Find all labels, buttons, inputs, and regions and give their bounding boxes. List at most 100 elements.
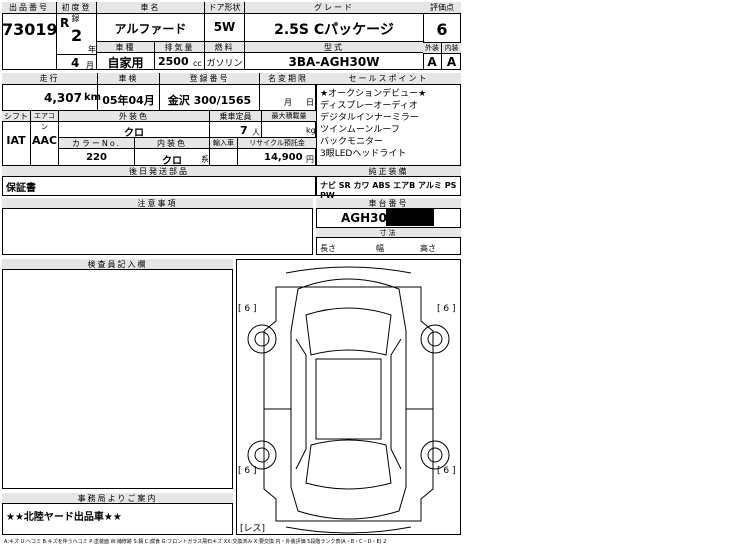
ac-label: エアコン [31, 111, 58, 131]
fuel-cell: 燃料 ガソリン [205, 42, 245, 70]
category-label: 車種 [97, 42, 154, 53]
car-name-cell: 車名 アルファード [97, 2, 205, 42]
ext-color-value: クロ [124, 128, 144, 139]
lot-no-label: 出品番号 [2, 2, 56, 14]
import-cell: 輸入車 [210, 138, 238, 166]
length-label: 長さ [320, 244, 336, 253]
series-unit: 系 [201, 155, 209, 164]
capacity-label: 乗車定員 [210, 111, 261, 122]
score-label: 評価点 [423, 2, 461, 14]
frame-no-value: AGH30- [341, 211, 392, 225]
office-notice-value: ★★北陸ヤード出品車★★ [6, 512, 122, 523]
expiry-day-unit: 日 [306, 98, 314, 107]
inspection-cell: 車検 05年04月 [98, 73, 160, 111]
int-color-label: 内装色 [135, 138, 209, 149]
sales-point-item: ★オークションデビュー★ [320, 89, 427, 99]
expiry-cell: 名変期限 月 日 [260, 73, 316, 111]
displacement-value: 2500 [158, 55, 189, 68]
first-reg-cell: 初度登録 R 2 年 4 月 [57, 2, 97, 70]
after-docs-label: 後日発送部品 [2, 166, 316, 177]
kg-unit: kg [306, 126, 316, 135]
category-cell: 車種 自家用 [97, 42, 155, 70]
tire-mark-front-left: [ 6 ] [238, 304, 257, 314]
recycle-cell: リサイクル預託金 14,900 円 [238, 138, 316, 166]
lot-no-value: 73019 [2, 20, 58, 39]
fuel-label: 燃料 [205, 42, 244, 53]
year-value: 2 [71, 26, 83, 45]
tire-mark-rear-left: [ 6 ] [238, 466, 257, 476]
capacity-value: 7 [240, 124, 248, 137]
score-value: 6 [436, 20, 448, 39]
door-label: ドア形状 [205, 2, 244, 14]
mileage-cell: 走行 4,307 km [2, 73, 101, 111]
exterior-label: 外装 [423, 43, 441, 54]
height-label: 高さ [420, 244, 436, 253]
category-value: 自家用 [107, 56, 144, 70]
ext-color-label: 外装色 [59, 111, 209, 122]
import-label: 輸入車 [210, 138, 237, 149]
sales-point-item: バックモニター [320, 137, 384, 147]
shift-value: IAT [6, 134, 26, 147]
notes-label: 注意事項 [2, 198, 313, 209]
ext-color-cell: 外装色 クロ [59, 111, 210, 139]
model-cell: 型式 3BA-AGH30W [245, 42, 423, 70]
tire-mark-rear-right: [ 6 ] [437, 466, 456, 476]
int-color-cell: 内装色 クロ 系 [135, 138, 210, 167]
equipment-value: ナビ SR カワ ABS エアB アルミ PS PW [320, 181, 457, 200]
inspector-notes-box [2, 259, 233, 489]
lot-no-cell: 出品番号 73019 [2, 2, 58, 70]
cc-unit: cc [193, 59, 202, 68]
inspection-label: 車検 [98, 73, 159, 85]
width-label: 幅 [376, 244, 384, 253]
capacity-cell: 乗車定員 7 人 [210, 111, 262, 138]
frame-no-label: 車台番号 [316, 198, 461, 209]
color-no-value: 220 [86, 152, 107, 163]
color-no-cell: カラーNo. 220 [59, 138, 135, 166]
mileage-value: 4,307 [44, 91, 82, 105]
sales-point-item: ディスプレーオーディオ [320, 101, 418, 111]
equipment-label: 純正装備 [316, 166, 461, 177]
inspector-notes-label: 検査員記入欄 [2, 259, 233, 270]
mileage-label: 走行 [2, 73, 97, 85]
grade-value: 2.5S Cパッケージ [274, 22, 394, 38]
exterior-grade-value: A [427, 55, 437, 69]
expiry-month-unit: 月 [284, 98, 292, 107]
model-label: 型式 [245, 42, 423, 53]
persons-unit: 人 [252, 128, 260, 137]
displacement-label: 排気量 [155, 42, 204, 53]
door-value: 5W [213, 20, 236, 34]
exterior-grade-cell: 外装 A [423, 42, 442, 70]
legend-text: A:キズ U:ヘコミ B:キズを伴うヘコミ P:塗装面 W:補修跡 S:錆 C:… [4, 539, 387, 545]
ac-cell: エアコン AAC [31, 111, 59, 166]
registration-label: 登録番号 [160, 73, 259, 85]
registration-cell: 登録番号 金沢 300/1565 [160, 73, 260, 111]
grade-label: グレード [245, 2, 423, 14]
sales-points-list: ★オークションデビュー★ ディスプレーオーディオ デジタルインナーミラー ツイン… [320, 88, 460, 160]
shift-cell: シフト IAT [2, 111, 31, 166]
car-name-label: 車名 [97, 2, 204, 14]
office-notice-label: 事務局よりご案内 [2, 493, 233, 504]
shift-label: シフト [2, 111, 30, 122]
door-cell: ドア形状 5W [205, 2, 245, 42]
yen-unit: 円 [306, 155, 314, 164]
tire-mark-front-right: [ 6 ] [437, 304, 456, 314]
recycle-value: 14,900 [264, 152, 303, 163]
interior-grade-value: A [446, 55, 457, 69]
sales-point-item: デジタルインナーミラー [320, 113, 419, 123]
color-no-label: カラーNo. [59, 138, 134, 149]
grade-cell: グレード 2.5S Cパッケージ [245, 2, 423, 42]
month-unit: 月 [86, 61, 94, 70]
max-load-label: 最大積載量 [262, 111, 316, 122]
max-load-cell: 最大積載量 kg [262, 111, 316, 138]
displacement-cell: 排気量 2500 cc [155, 42, 205, 70]
expiry-label: 名変期限 [260, 73, 316, 85]
interior-grade-cell: 内装 A [442, 42, 461, 70]
sales-point-item: ツインムーンルーフ [320, 125, 400, 135]
car-name-value: アルファード [114, 22, 187, 36]
month-value: 4 [71, 56, 80, 70]
fuel-value: ガソリン [206, 59, 243, 69]
era-value: R [60, 16, 70, 30]
registration-value: 金沢 300/1565 [167, 94, 252, 107]
car-diagram-drawing [247, 266, 450, 534]
first-reg-label: 初度登録 [57, 2, 96, 23]
